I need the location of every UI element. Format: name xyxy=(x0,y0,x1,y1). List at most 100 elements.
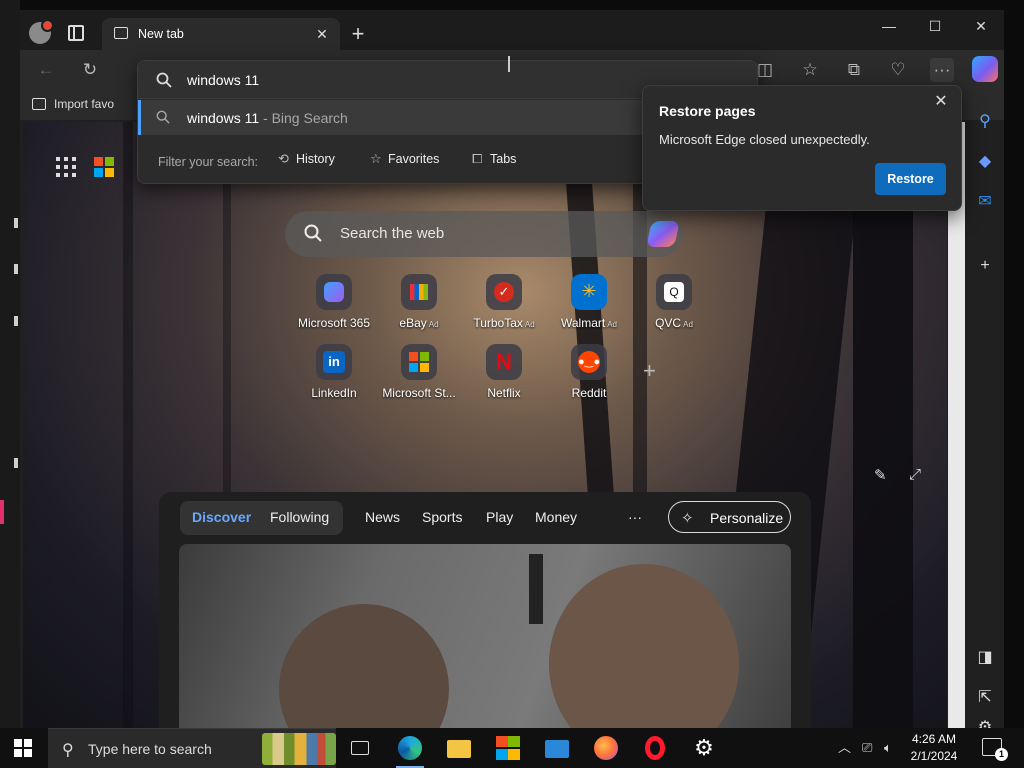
web-search-box[interactable]: Search the web xyxy=(285,211,683,257)
suggestion-source: - Bing Search xyxy=(259,110,348,126)
browser-essentials-heart-icon[interactable]: ♡ xyxy=(886,58,910,82)
history-icon: ⟲ xyxy=(278,151,289,166)
ad-badge: Ad xyxy=(683,320,693,329)
favorites-star-icon: ☆ xyxy=(370,151,382,166)
notifications-icon[interactable]: 1 xyxy=(982,738,1008,761)
linkedin-icon: in xyxy=(316,344,352,380)
search-highlight-image xyxy=(262,733,336,765)
netflix-icon: N xyxy=(486,344,522,380)
text-cursor xyxy=(508,56,510,72)
quick-link-linkedin[interactable]: in LinkedIn xyxy=(295,344,373,414)
quick-link-qvc[interactable]: Q QVC Ad xyxy=(635,274,713,344)
maximize-icon[interactable]: ☐ xyxy=(912,10,958,42)
import-favorites-link[interactable]: Import favo xyxy=(32,97,114,111)
microsoft-store-taskbar-icon[interactable] xyxy=(484,728,532,768)
microsoft365-icon xyxy=(316,274,352,310)
edge-taskbar-icon[interactable] xyxy=(386,728,434,768)
task-view-icon[interactable] xyxy=(336,728,384,768)
open-external-icon[interactable]: ⇱ xyxy=(975,688,995,708)
tab-discover[interactable]: Discover xyxy=(192,509,251,525)
news-feed: Discover Following News Sports Play Mone… xyxy=(159,492,811,728)
settings-more-icon[interactable]: ··· xyxy=(930,58,954,82)
sidebar-add-icon[interactable]: + xyxy=(975,256,995,276)
hide-sidebar-icon[interactable]: ◨ xyxy=(975,648,995,668)
background-tree xyxy=(123,122,133,728)
new-tab-page: Search the web Microsoft 365 eBay Ad ✓ Tu… xyxy=(23,122,947,728)
tab-following[interactable]: Following xyxy=(270,509,329,525)
collections-icon[interactable]: ⧉ xyxy=(842,58,866,82)
file-explorer-icon[interactable] xyxy=(435,728,483,768)
tile-label: Walmart xyxy=(560,316,606,330)
walmart-spark-icon: ✳ xyxy=(571,274,607,310)
taskbar-search-placeholder: Type here to search xyxy=(88,741,212,757)
tab-news[interactable]: News xyxy=(365,509,400,525)
selection-indicator xyxy=(138,100,141,135)
show-hidden-icons-chevron-icon[interactable]: ︿ xyxy=(838,728,851,768)
filter-tabs[interactable]: ⧠ Tabs xyxy=(472,151,516,167)
windows-start-icon[interactable] xyxy=(14,739,32,757)
tab-actions-icon[interactable] xyxy=(68,25,84,41)
turbotax-check-icon: ✓ xyxy=(486,274,522,310)
mail-icon[interactable] xyxy=(533,728,581,768)
restore-button[interactable]: Restore xyxy=(875,163,946,195)
quick-link-walmart[interactable]: ✳ Walmart Ad xyxy=(550,274,628,344)
filter-favorites[interactable]: ☆ Favorites xyxy=(370,151,439,167)
sidebar-settings-icon[interactable]: ⚙ xyxy=(975,718,995,728)
expand-icon[interactable]: ⤢ xyxy=(909,466,921,483)
tab-money[interactable]: Money xyxy=(535,509,577,525)
copilot-search-icon[interactable] xyxy=(646,221,680,247)
clock-date: 2/1/2024 xyxy=(910,749,958,763)
window-close-icon[interactable]: ✕ xyxy=(958,10,1004,42)
personalize-sparkle-icon: ✧ xyxy=(681,510,694,527)
quick-link-microsoft365[interactable]: Microsoft 365 xyxy=(295,274,373,344)
close-tab-icon[interactable]: ✕ xyxy=(312,24,332,44)
tabs-icon: ⧠ xyxy=(472,151,483,166)
page-settings-icon[interactable]: ✎ xyxy=(874,466,887,484)
quick-link-ebay[interactable]: eBay Ad xyxy=(380,274,458,344)
sidebar-search-icon[interactable]: ⚲ xyxy=(975,112,995,132)
tab-title: New tab xyxy=(138,27,184,41)
microsoft-logo-icon[interactable] xyxy=(94,157,114,177)
notification-count-badge: 1 xyxy=(995,748,1008,761)
microsoft-store-icon xyxy=(401,344,437,380)
system-clock[interactable]: 4:26 AM 2/1/2024 xyxy=(904,731,964,765)
tab-new-tab[interactable]: New tab ✕ xyxy=(102,18,340,50)
copilot-icon[interactable] xyxy=(972,56,998,82)
apps-launcher-icon[interactable] xyxy=(56,157,76,177)
quick-link-netflix[interactable]: N Netflix xyxy=(465,344,543,414)
back-arrow-icon[interactable]: ← xyxy=(34,58,58,82)
refresh-icon[interactable]: ↻ xyxy=(78,58,102,82)
dialog-close-icon[interactable]: ✕ xyxy=(931,92,951,112)
network-icon[interactable]: ⎚ xyxy=(862,728,872,768)
desktop-icon-edge xyxy=(14,218,18,228)
tab-sports[interactable]: Sports xyxy=(422,509,462,525)
page-scrollbar[interactable] xyxy=(948,122,965,728)
restore-pages-dialog: Restore pages ✕ Microsoft Edge closed un… xyxy=(642,85,962,211)
volume-muted-icon[interactable]: 🔈︎ xyxy=(884,728,892,768)
tile-label: QVC xyxy=(655,316,682,330)
taskbar-search-box[interactable]: ⚲ Type here to search xyxy=(48,728,336,768)
import-favorites-label: Import favo xyxy=(54,97,115,111)
sidebar-copilot-icon[interactable]: ◆ xyxy=(975,152,995,172)
outlook-icon[interactable]: ✉ xyxy=(975,192,995,212)
new-tab-plus-icon[interactable]: + xyxy=(346,23,370,47)
quick-link-microsoft-store[interactable]: Microsoft St... xyxy=(380,344,458,414)
firefox-icon[interactable] xyxy=(582,728,630,768)
add-quick-link-icon[interactable]: + xyxy=(643,358,656,384)
tab-play[interactable]: Play xyxy=(486,509,513,525)
tile-label: eBay xyxy=(399,316,427,330)
profile-avatar-icon[interactable] xyxy=(29,19,54,44)
quick-link-reddit[interactable]: ●‿● Reddit xyxy=(550,344,628,414)
opera-icon[interactable] xyxy=(631,728,679,768)
feed-article-image[interactable] xyxy=(179,544,791,728)
quick-link-turbotax[interactable]: ✓ TurboTax Ad xyxy=(465,274,543,344)
settings-gear-icon[interactable]: ⚙ xyxy=(680,728,728,768)
favorites-star-icon[interactable]: ☆ xyxy=(798,58,822,82)
personalize-button[interactable]: ✧ Personalize xyxy=(668,501,791,533)
search-icon: ⚲ xyxy=(62,742,74,759)
edge-window: New tab ✕ + — ☐ ✕ ← ↻ ◫ ☆ ⧉ ♡ ··· Import… xyxy=(20,10,1004,728)
filter-history[interactable]: ⟲ History xyxy=(278,151,335,167)
minimize-icon[interactable]: — xyxy=(866,10,912,42)
more-tabs-icon[interactable]: ··· xyxy=(628,509,642,525)
taskbar: ⚲ Type here to search ⚙ ︿ ⎚ 🔈︎ 4:26 AM 2… xyxy=(0,728,1024,768)
